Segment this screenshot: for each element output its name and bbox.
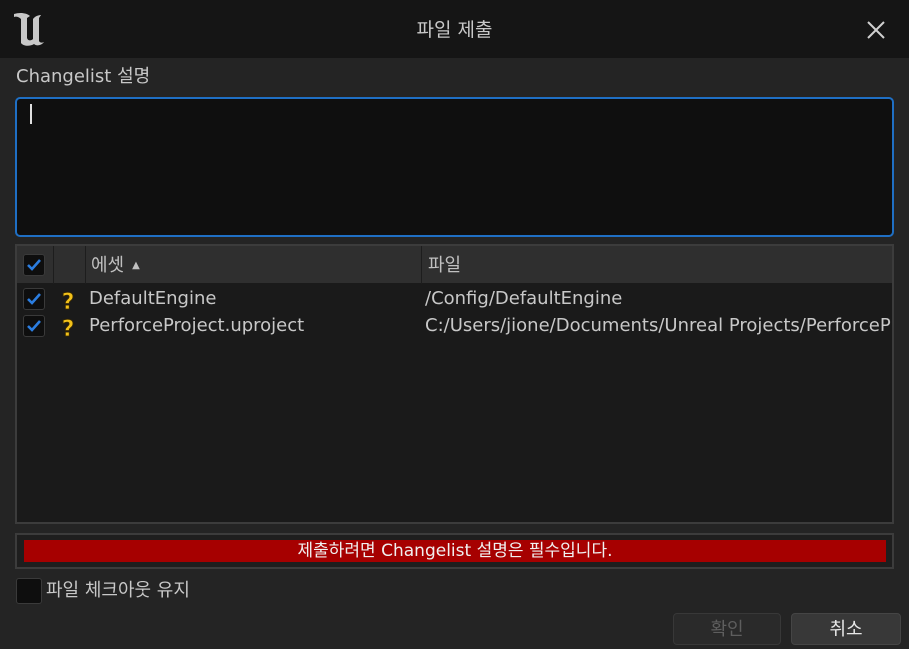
row-checkbox[interactable] — [23, 288, 45, 310]
asset-name: PerforceProject.uproject — [89, 315, 305, 336]
asset-name: DefaultEngine — [89, 288, 217, 309]
keep-checked-out-checkbox[interactable] — [16, 578, 42, 604]
title-bar: 파일 제출 — [0, 0, 909, 58]
error-message: 제출하려면 Changelist 설명은 필수입니다. — [24, 540, 886, 562]
changelist-description-input[interactable] — [15, 97, 894, 237]
ok-button[interactable]: 확인 — [673, 613, 781, 645]
column-header-asset-label: 에셋 — [91, 255, 125, 276]
table-row[interactable]: ? PerforceProject.uproject C:/Users/jion… — [17, 313, 892, 339]
svg-text:?: ? — [62, 290, 75, 311]
list-header: 에셋 ▲ 파일 — [17, 246, 892, 284]
column-header-file[interactable]: 파일 — [428, 246, 461, 286]
file-list: 에셋 ▲ 파일 ? DefaultEngine /Config/DefaultEn… — [15, 244, 894, 524]
select-all-checkbox[interactable] — [23, 254, 45, 276]
dialog-title: 파일 제출 — [416, 19, 493, 41]
file-path: /Config/DefaultEngine — [425, 288, 623, 309]
header-divider — [53, 246, 54, 284]
svg-text:?: ? — [62, 317, 75, 338]
file-path: C:/Users/jione/Documents/Unreal Projects… — [425, 315, 892, 336]
keep-checked-out-label: 파일 체크아웃 유지 — [46, 580, 190, 601]
description-label: Changelist 설명 — [16, 66, 151, 87]
checkmark-icon — [27, 293, 41, 305]
header-divider — [421, 246, 422, 284]
question-mark-icon: ? — [61, 317, 75, 338]
row-checkbox[interactable] — [23, 315, 45, 337]
table-row[interactable]: ? DefaultEngine /Config/DefaultEngine — [17, 286, 892, 312]
cancel-button[interactable]: 취소 — [791, 613, 901, 645]
header-divider — [85, 246, 86, 284]
checkmark-icon — [27, 259, 41, 271]
question-mark-icon: ? — [61, 290, 75, 311]
text-caret — [30, 104, 32, 124]
close-icon[interactable] — [865, 19, 887, 41]
column-header-asset[interactable]: 에셋 ▲ — [91, 246, 140, 286]
sort-ascending-icon: ▲ — [132, 260, 140, 271]
error-panel: 제출하려면 Changelist 설명은 필수입니다. — [15, 533, 894, 569]
checkmark-icon — [27, 320, 41, 332]
